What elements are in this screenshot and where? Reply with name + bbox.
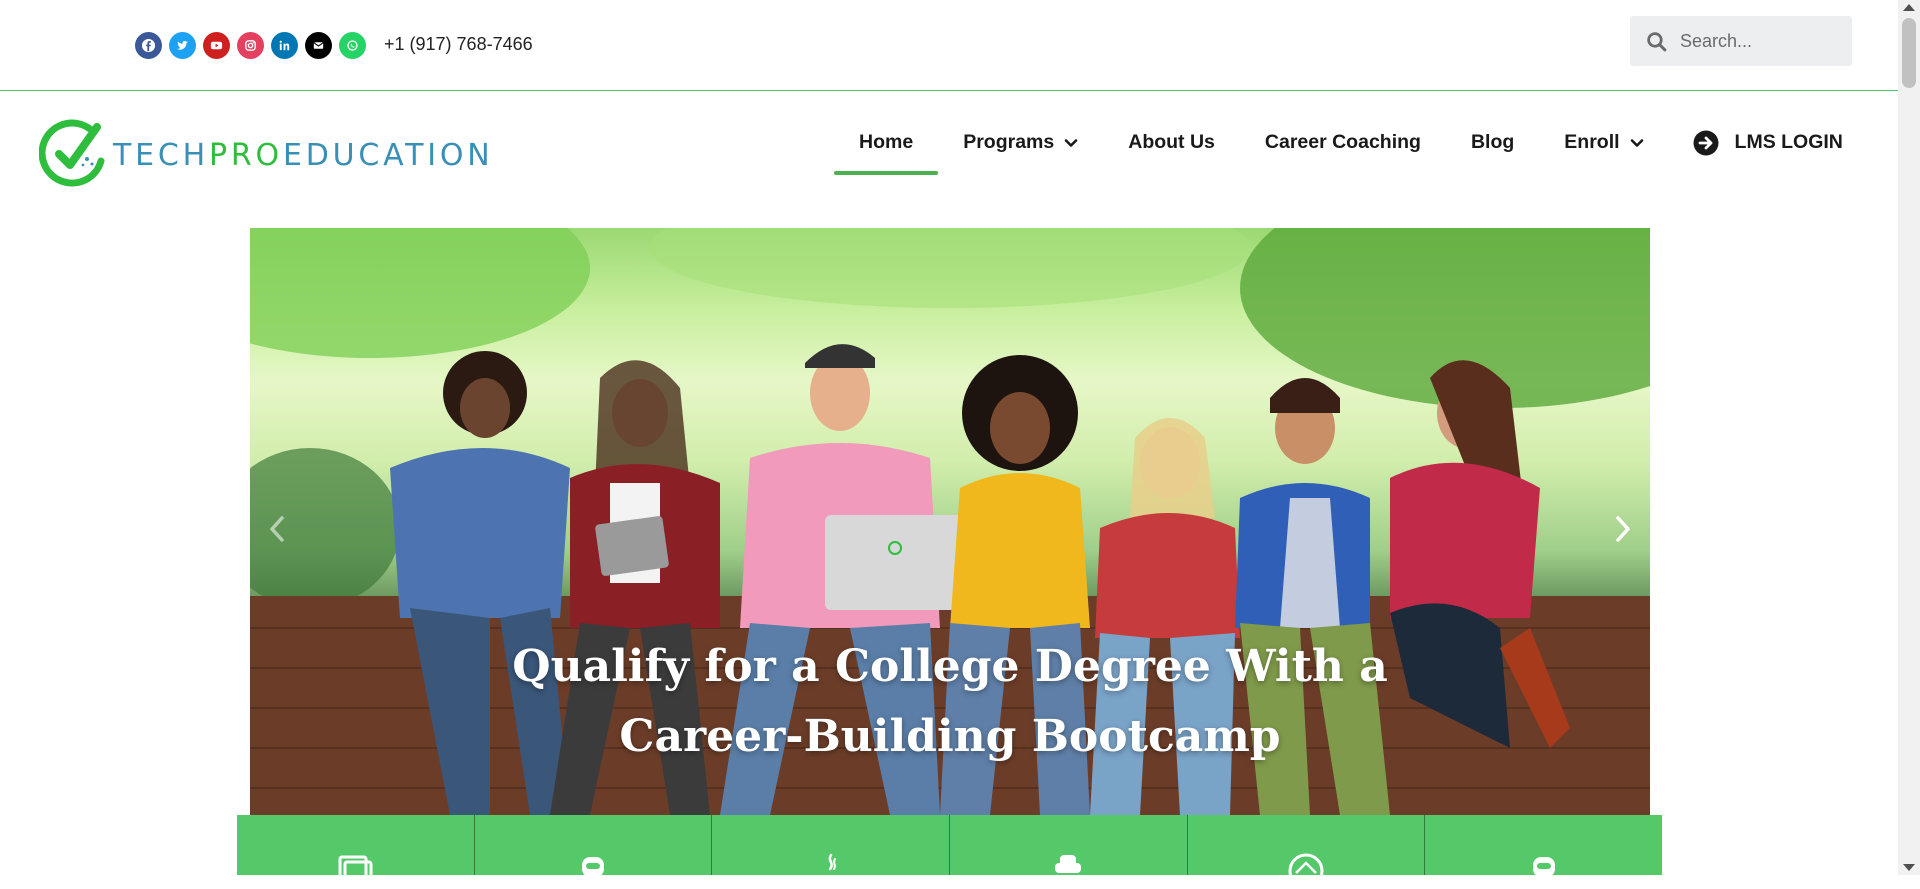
logo-wordmark: TECHPROEDUCATION bbox=[113, 138, 494, 173]
program-tile[interactable] bbox=[712, 815, 951, 875]
slider-next-button[interactable] bbox=[1608, 509, 1638, 549]
youtube-icon[interactable] bbox=[203, 32, 230, 59]
nav-career-label: Career Coaching bbox=[1264, 131, 1421, 153]
robot-head-icon bbox=[1532, 857, 1555, 877]
envelope-icon[interactable] bbox=[305, 32, 332, 59]
lms-login-label: LMS LOGIN bbox=[1734, 131, 1843, 153]
folders-icon bbox=[338, 855, 373, 884]
search-input[interactable] bbox=[1680, 16, 1845, 66]
nav-blog[interactable]: Blog bbox=[1446, 110, 1539, 175]
hero-title-line2: Career-Building Bootcamp bbox=[619, 711, 1281, 762]
programs-bar bbox=[237, 815, 1662, 889]
whatsapp-icon[interactable] bbox=[339, 32, 366, 59]
robot-head-icon bbox=[582, 857, 604, 877]
chevron-down-icon bbox=[1064, 138, 1078, 147]
program-tile[interactable] bbox=[237, 815, 475, 884]
logo-tech: TECH bbox=[113, 138, 209, 173]
chevron-down-icon bbox=[1630, 138, 1643, 147]
scroll-up-arrow-icon[interactable] bbox=[1903, 4, 1915, 11]
chevron-right-icon bbox=[1616, 516, 1630, 542]
site-logo[interactable]: TECHPROEDUCATION bbox=[39, 117, 494, 190]
nav-blog-label: Blog bbox=[1470, 131, 1515, 153]
cloud-circle-icon bbox=[1288, 853, 1324, 889]
program-tile[interactable] bbox=[1188, 815, 1426, 889]
hero-title: Qualify for a College Degree With a Care… bbox=[250, 632, 1650, 772]
python-icon bbox=[1055, 855, 1082, 873]
nav-programs-label: Programs bbox=[963, 131, 1055, 153]
checkmark-logo-icon bbox=[39, 119, 105, 187]
hero-slider: Qualify for a College Degree With a Care… bbox=[250, 228, 1650, 815]
hero-title-line1: Qualify for a College Degree With a bbox=[512, 641, 1388, 692]
phone-number[interactable]: +1 (917) 768-7466 bbox=[384, 34, 533, 55]
logo-pro: PRO bbox=[209, 138, 283, 173]
scroll-down-arrow-icon[interactable] bbox=[1903, 864, 1915, 871]
nav-home-label: Home bbox=[859, 131, 914, 153]
java-icon bbox=[828, 853, 836, 871]
main-nav: Home Programs About Us Career Coaching B… bbox=[834, 110, 1843, 175]
nav-programs[interactable]: Programs bbox=[938, 110, 1103, 175]
nav-home[interactable]: Home bbox=[834, 110, 939, 175]
program-tile[interactable] bbox=[950, 815, 1188, 875]
nav-about-us[interactable]: About Us bbox=[1103, 110, 1240, 175]
program-tile[interactable] bbox=[475, 815, 713, 877]
logo-education: EDUCATION bbox=[282, 138, 494, 173]
arrow-circle-right-icon bbox=[1693, 130, 1719, 155]
scroll-thumb[interactable] bbox=[1902, 18, 1916, 88]
chevron-left-icon bbox=[270, 516, 284, 542]
linkedin-icon[interactable] bbox=[271, 32, 298, 59]
program-tile[interactable] bbox=[1425, 815, 1662, 877]
facebook-icon[interactable] bbox=[135, 32, 162, 59]
slider-prev-button[interactable] bbox=[262, 509, 292, 549]
search-icon[interactable] bbox=[1646, 31, 1667, 52]
social-links bbox=[135, 32, 366, 59]
nav-about-label: About Us bbox=[1128, 131, 1215, 153]
lms-login-button[interactable]: LMS LOGIN bbox=[1669, 110, 1843, 175]
nav-enroll[interactable]: Enroll bbox=[1539, 110, 1668, 175]
search-box[interactable] bbox=[1630, 16, 1852, 66]
nav-career-coaching[interactable]: Career Coaching bbox=[1240, 110, 1446, 175]
nav-enroll-label: Enroll bbox=[1564, 131, 1620, 153]
instagram-icon[interactable] bbox=[237, 32, 264, 59]
page-scrollbar[interactable] bbox=[1898, 0, 1920, 875]
twitter-icon[interactable] bbox=[169, 32, 196, 59]
top-bar: +1 (917) 768-7466 bbox=[0, 0, 1898, 91]
